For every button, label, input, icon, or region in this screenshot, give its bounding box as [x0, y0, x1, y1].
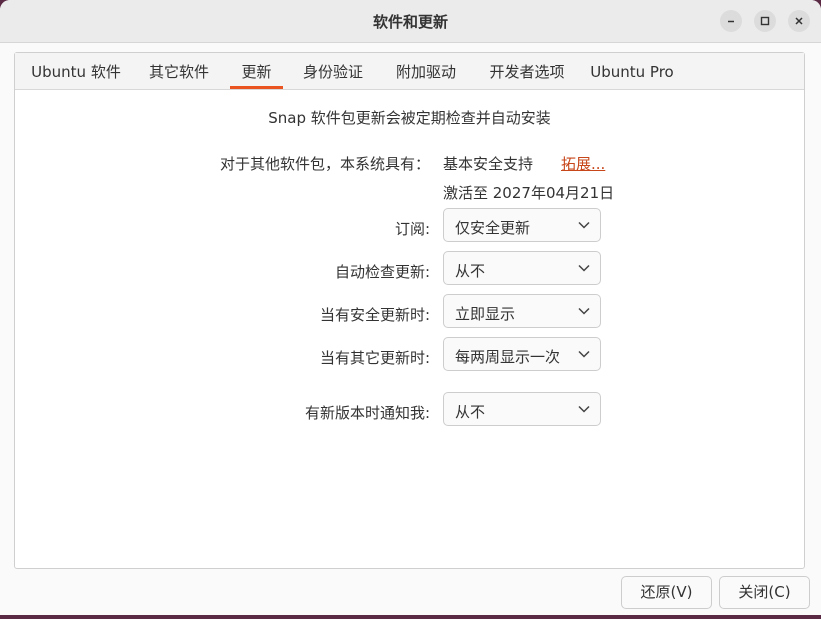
subscribe-value: 仅安全更新: [455, 219, 531, 237]
tab-ubuntu-pro[interactable]: Ubuntu Pro: [586, 53, 678, 89]
chevron-down-icon: [578, 350, 590, 358]
subscribe-dropdown[interactable]: 仅安全更新: [443, 208, 601, 242]
tab-authentication[interactable]: 身份验证: [291, 53, 375, 89]
titlebar: 软件和更新: [0, 0, 821, 43]
security-updates-dropdown[interactable]: 立即显示: [443, 294, 601, 328]
desktop-background-strip: [0, 615, 821, 619]
chevron-down-icon: [578, 264, 590, 272]
close-button[interactable]: 关闭(C): [719, 576, 810, 609]
other-packages-label: 对于其他软件包，本系统具有：: [219, 155, 430, 173]
tab-other-software[interactable]: 其它软件: [137, 53, 221, 89]
settings-notebook: Ubuntu 软件 其它软件 更新 身份验证 附加驱动 开发者选项 Ubuntu…: [14, 52, 805, 569]
security-updates-label: 当有安全更新时:: [319, 306, 430, 324]
subscribe-label: 订阅:: [394, 220, 430, 238]
new-version-dropdown[interactable]: 从不: [443, 392, 601, 426]
auto-check-value: 从不: [455, 262, 486, 280]
chevron-down-icon: [578, 307, 590, 315]
security-updates-value: 立即显示: [455, 305, 516, 323]
minimize-button[interactable]: [720, 10, 742, 32]
tab-bar: Ubuntu 软件 其它软件 更新 身份验证 附加驱动 开发者选项 Ubuntu…: [15, 53, 804, 90]
maximize-button[interactable]: [754, 10, 776, 32]
minimize-icon: [728, 20, 734, 23]
tab-ubuntu-software[interactable]: Ubuntu 软件: [23, 53, 129, 89]
new-version-value: 从不: [455, 403, 486, 421]
snap-update-note: Snap 软件包更新会被定期检查并自动安装: [268, 109, 551, 127]
other-updates-value: 每两周显示一次: [455, 348, 561, 366]
other-updates-label: 当有其它更新时:: [319, 349, 430, 367]
software-updates-window: 软件和更新 Ubuntu 软件 其它软件 更新 身份验证 附加驱动 开发者选项 …: [0, 0, 821, 619]
maximize-icon: [760, 16, 770, 26]
auto-check-dropdown[interactable]: 从不: [443, 251, 601, 285]
tab-updates[interactable]: 更新: [230, 53, 283, 89]
revert-button[interactable]: 还原(V): [621, 576, 712, 609]
extend-link[interactable]: 拓展...: [561, 153, 605, 174]
tab-developer-options[interactable]: 开发者选项: [477, 53, 577, 89]
new-version-label: 有新版本时通知我:: [304, 404, 430, 422]
auto-check-label: 自动检查更新:: [334, 263, 430, 281]
other-updates-dropdown[interactable]: 每两周显示一次: [443, 337, 601, 371]
close-window-button[interactable]: [788, 10, 810, 32]
close-icon: [795, 17, 803, 25]
tab-additional-drivers[interactable]: 附加驱动: [384, 53, 468, 89]
active-until-text: 激活至 2027年04月21日: [443, 184, 615, 202]
chevron-down-icon: [578, 405, 590, 413]
chevron-down-icon: [578, 221, 590, 229]
support-level-text: 基本安全支持: [443, 155, 534, 173]
window-title: 软件和更新: [372, 13, 448, 31]
